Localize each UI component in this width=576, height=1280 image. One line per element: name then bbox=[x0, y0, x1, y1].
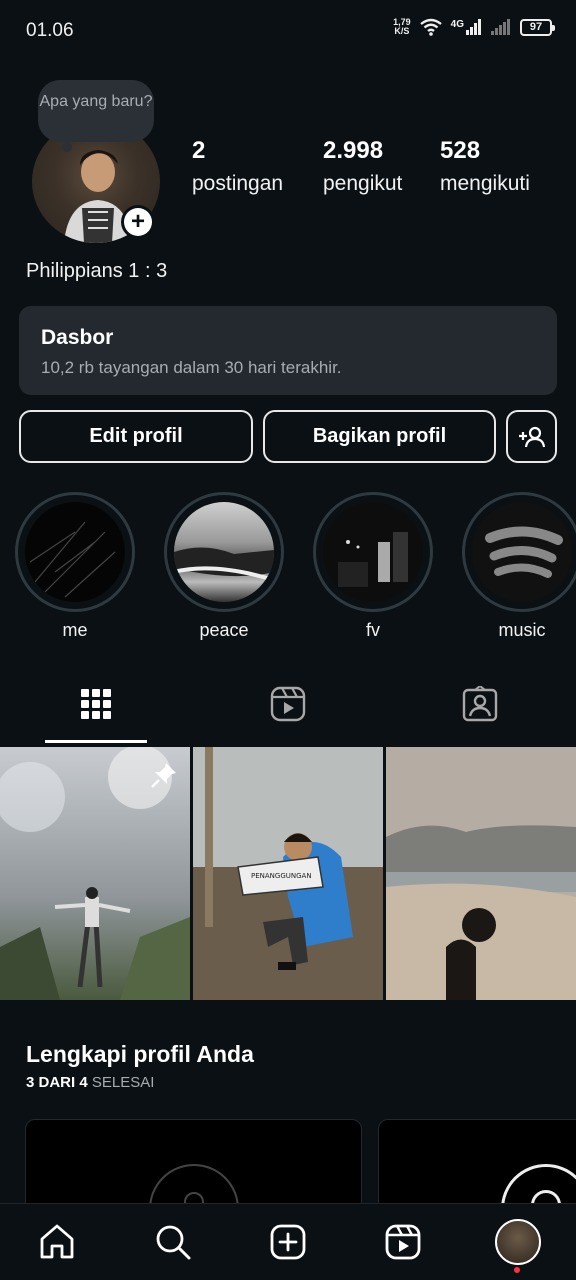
highlight-cover bbox=[472, 502, 572, 602]
highlight-cover bbox=[323, 502, 423, 602]
bottom-navigation bbox=[0, 1203, 576, 1280]
highlight-cover bbox=[25, 502, 125, 602]
profile-bio: Philippians 1 : 3 bbox=[26, 260, 168, 282]
highlight-ring bbox=[15, 492, 135, 612]
nav-search[interactable] bbox=[151, 1220, 195, 1264]
post-thumbnail[interactable] bbox=[386, 747, 576, 1000]
nav-home[interactable] bbox=[35, 1220, 79, 1264]
stat-followers[interactable]: 2.998 pengikut bbox=[323, 137, 402, 196]
progress-count: 3 DARI 4 bbox=[26, 1074, 88, 1091]
post-thumbnail[interactable] bbox=[0, 747, 190, 1000]
highlight-ring bbox=[313, 492, 433, 612]
dashboard-title: Dasbor bbox=[41, 326, 114, 349]
profile-avatar-small bbox=[495, 1219, 541, 1265]
spotify-icon bbox=[485, 526, 563, 578]
add-story-button[interactable]: + bbox=[121, 205, 155, 239]
highlight-peace[interactable]: peace bbox=[164, 492, 284, 641]
highlight-label: me bbox=[62, 620, 88, 640]
wifi-icon bbox=[419, 18, 442, 36]
active-tab-indicator bbox=[45, 740, 147, 743]
discover-people-button[interactable] bbox=[506, 410, 557, 463]
tab-tagged[interactable] bbox=[460, 684, 500, 724]
edit-profile-button[interactable]: Edit profil bbox=[19, 410, 253, 463]
followers-count: 2.998 bbox=[323, 137, 384, 164]
home-icon bbox=[40, 1224, 74, 1259]
share-profile-button[interactable]: Bagikan profil bbox=[263, 410, 496, 463]
reels-icon bbox=[385, 1224, 421, 1260]
progress-label: SELESAI bbox=[91, 1074, 155, 1091]
post-image bbox=[386, 747, 576, 1000]
signal-icon bbox=[466, 19, 481, 35]
dashboard-card[interactable]: Dasbor 10,2 rb tayangan dalam 30 hari te… bbox=[19, 306, 557, 395]
net-speed: 1,79 K/S bbox=[393, 17, 411, 36]
tab-reels[interactable] bbox=[268, 684, 308, 724]
complete-profile-title: Lengkapi profil Anda bbox=[26, 1041, 254, 1067]
create-icon bbox=[270, 1224, 306, 1260]
nav-profile[interactable] bbox=[494, 1218, 542, 1266]
highlight-label: fv bbox=[365, 620, 380, 640]
search-icon bbox=[156, 1225, 191, 1260]
followers-label: pengikut bbox=[323, 172, 403, 195]
dashboard-subtitle: 10,2 rb tayangan dalam 30 hari terakhir. bbox=[41, 358, 342, 377]
posts-count: 2 bbox=[192, 137, 206, 164]
pin-icon bbox=[151, 763, 176, 788]
signal-2-icon bbox=[491, 19, 510, 35]
highlight-music[interactable]: music bbox=[462, 492, 576, 641]
highlight-label: peace bbox=[199, 620, 249, 640]
highlight-ring bbox=[462, 492, 576, 612]
signal-4g: 4G bbox=[451, 19, 482, 35]
highlight-label: music bbox=[498, 620, 546, 640]
tagged-icon bbox=[462, 686, 498, 722]
plus-icon: + bbox=[124, 208, 152, 236]
nav-create[interactable] bbox=[266, 1220, 310, 1264]
status-time: 01.06 bbox=[26, 20, 74, 41]
highlight-fv[interactable]: fv bbox=[313, 492, 433, 641]
tab-posts-grid[interactable] bbox=[76, 684, 116, 724]
reels-icon bbox=[270, 686, 306, 722]
stat-following[interactable]: 528 mengikuti bbox=[440, 137, 530, 196]
notification-dot bbox=[514, 1267, 520, 1273]
following-count: 528 bbox=[440, 137, 481, 164]
following-label: mengikuti bbox=[440, 172, 530, 195]
network-type: 4G bbox=[450, 19, 464, 30]
add-person-icon bbox=[518, 426, 545, 447]
note-bubble[interactable]: Apa yang baru? bbox=[38, 80, 154, 152]
complete-profile-progress: 3 DARI 4 SELESAI bbox=[26, 1074, 154, 1091]
highlight-me[interactable]: me bbox=[15, 492, 135, 641]
highlight-cover bbox=[174, 502, 274, 602]
sign-text: PENANGGUNGAN bbox=[251, 872, 312, 880]
post-image: PENANGGUNGAN bbox=[193, 747, 383, 1000]
highlight-ring bbox=[164, 492, 284, 612]
battery-indicator: 97 bbox=[520, 18, 555, 36]
status-icons: 1,79 K/S 4G 97 bbox=[393, 17, 555, 36]
posts-label: postingan bbox=[192, 172, 284, 195]
grid-icon bbox=[81, 689, 111, 719]
nav-reels[interactable] bbox=[381, 1220, 425, 1264]
post-thumbnail[interactable]: PENANGGUNGAN bbox=[193, 747, 383, 1000]
stat-posts[interactable]: 2 postingan bbox=[192, 137, 283, 196]
